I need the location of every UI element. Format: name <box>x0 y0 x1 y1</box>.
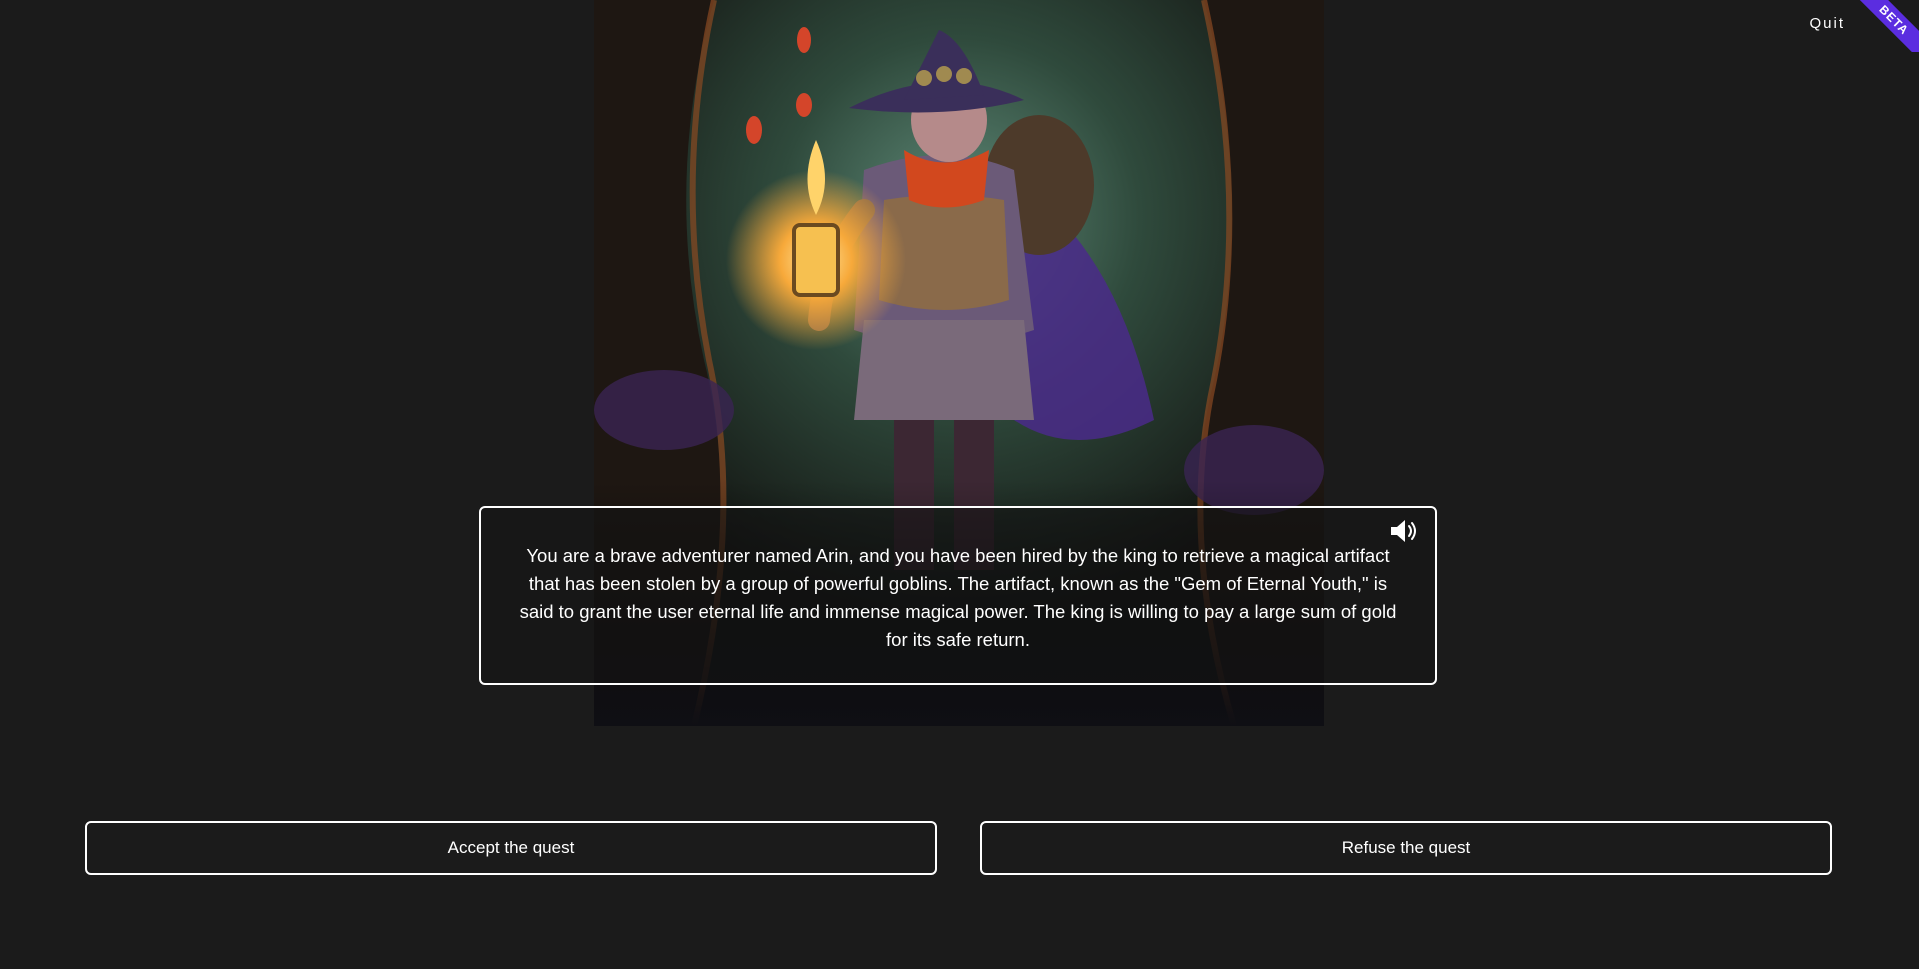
narration-text: You are a brave adventurer named Arin, a… <box>519 545 1397 650</box>
quit-link[interactable]: Quit <box>1809 15 1845 32</box>
game-screen: You are a brave adventurer named Arin, a… <box>0 0 1919 969</box>
accept-quest-button[interactable]: Accept the quest <box>85 821 937 875</box>
beta-label: BETA <box>1855 0 1919 52</box>
narration-panel: You are a brave adventurer named Arin, a… <box>479 506 1437 685</box>
beta-ribbon: BETA <box>1855 0 1919 52</box>
refuse-quest-button[interactable]: Refuse the quest <box>980 821 1832 875</box>
speaker-icon[interactable] <box>1389 517 1419 545</box>
